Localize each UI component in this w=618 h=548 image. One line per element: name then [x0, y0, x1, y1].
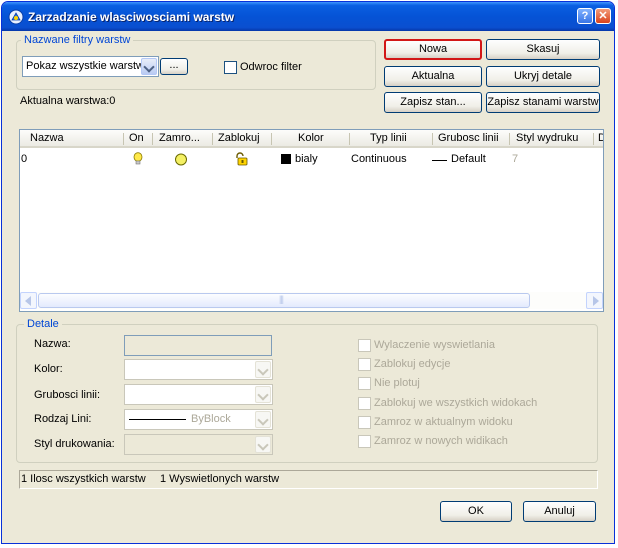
new-layer-button[interactable]: Nowa [384, 39, 482, 60]
ok-button[interactable]: OK [440, 501, 512, 522]
hide-details-button[interactable]: Ukryj detale [486, 66, 600, 87]
detail-plotstyle-label: Styl drukowania: [34, 438, 115, 450]
checkbox-no-plot[interactable] [358, 377, 371, 390]
details-legend: Detale [24, 318, 62, 330]
sun-icon[interactable] [174, 153, 188, 166]
filter-browse-button[interactable]: ... [160, 58, 188, 75]
filter-dropdown-value: Pokaz wszystkie warstw [26, 60, 143, 72]
checkbox-freeze-new-views[interactable] [358, 435, 371, 448]
current-layer-label: Aktualna warstwa:0 [20, 95, 116, 107]
chevron-down-icon[interactable] [255, 436, 271, 453]
table-header: Nazwa On Zamro... Zablokuj Kolor Typ lin… [20, 130, 603, 148]
layer-name-cell[interactable]: 0 [21, 153, 27, 165]
checkbox-lock-editing-label: Zablokuj edycje [374, 358, 451, 370]
detail-plotstyle-dropdown[interactable] [124, 434, 273, 455]
scroll-left-button[interactable] [20, 292, 37, 309]
layer-states-button[interactable]: Zapisz stanami warstw [486, 92, 600, 113]
layers-table[interactable]: Nazwa On Zamro... Zablokuj Kolor Typ lin… [19, 129, 604, 312]
col-header-description[interactable]: D [598, 132, 603, 144]
bulb-icon[interactable] [133, 152, 143, 166]
status-total-layers: 1 Ilosc wszystkich warstw [21, 473, 146, 485]
col-header-lock[interactable]: Zablokuj [218, 132, 260, 144]
checkbox-freeze-new-views-label: Zamroz w nowych widikach [374, 435, 508, 447]
invert-filter-label: Odwroc filter [240, 61, 302, 73]
lineweight-line [432, 160, 447, 161]
detail-lineweight-label: Grubosci linii: [34, 389, 101, 401]
layer-linetype-cell[interactable]: Continuous [351, 153, 407, 165]
layer-color-cell[interactable]: bialy [295, 153, 318, 165]
dialog-client: Nazwane filtry warstw Pokaz wszystkie wa… [5, 31, 611, 542]
col-header-lineweight[interactable]: Grubosc linii [438, 132, 499, 144]
col-header-linetype[interactable]: Typ linii [370, 132, 407, 144]
close-button[interactable]: ✕ [595, 8, 611, 24]
checkbox-freeze-current-view[interactable] [358, 416, 371, 429]
col-header-name[interactable]: Nazwa [30, 132, 64, 144]
color-swatch[interactable] [281, 154, 291, 164]
detail-linetype-label: Rodzaj Lini: [34, 413, 92, 425]
chevron-down-icon[interactable] [255, 386, 271, 403]
filter-dropdown[interactable]: Pokaz wszystkie warstw [22, 56, 159, 77]
col-header-freeze[interactable]: Zamro... [159, 132, 200, 144]
cancel-button[interactable]: Anuluj [523, 501, 596, 522]
detail-linetype-value: ByBlock [191, 413, 231, 425]
checkbox-disable-display-label: Wylaczenie wyswietlania [374, 339, 495, 351]
help-button[interactable]: ? [577, 8, 593, 24]
layer-lineweight-cell[interactable]: Default [451, 153, 486, 165]
col-header-on[interactable]: On [129, 132, 144, 144]
detail-color-dropdown[interactable] [124, 359, 273, 380]
invert-filter-checkbox[interactable] [224, 61, 237, 74]
layer-manager-icon [8, 9, 24, 25]
layer-filters-legend: Nazwane filtry warstw [21, 34, 134, 46]
save-state-button[interactable]: Zapisz stan... [384, 92, 482, 113]
detail-color-label: Kolor: [34, 363, 63, 375]
checkbox-lock-editing[interactable] [358, 358, 371, 371]
checkbox-lock-all-views-label: Zablokuj we wszystkich widokach [374, 397, 538, 409]
chevron-down-icon[interactable] [255, 411, 271, 428]
scroll-right-button[interactable] [586, 292, 603, 309]
detail-lineweight-dropdown[interactable] [124, 384, 273, 405]
detail-name-label: Nazwa: [34, 338, 71, 350]
layer-plotstyle-cell[interactable]: 7 [512, 153, 518, 165]
col-header-color[interactable]: Kolor [298, 132, 324, 144]
detail-linetype-dropdown[interactable]: ByBlock [124, 409, 273, 430]
set-current-button[interactable]: Aktualna [384, 66, 482, 87]
delete-layer-button[interactable]: Skasuj [486, 39, 600, 60]
title-bar[interactable]: Zarzadzanie wlasciwosciami warstw ? ✕ [2, 2, 614, 31]
col-header-plotstyle[interactable]: Styl wydruku [516, 132, 578, 144]
status-displayed-layers: 1 Wyswietlonych warstw [160, 473, 280, 485]
checkbox-lock-all-views[interactable] [358, 397, 371, 410]
detail-name-input[interactable] [124, 335, 272, 356]
status-bar: 1 Ilosc wszystkich warstw 1 Wyswietlonyc… [19, 470, 598, 489]
window-title: Zarzadzanie wlasciwosciami warstw [28, 10, 235, 24]
chevron-down-icon[interactable] [255, 361, 271, 378]
horizontal-scrollbar[interactable]: ||| [20, 292, 603, 309]
checkbox-freeze-current-view-label: Zamroz w aktualnym widoku [374, 416, 513, 428]
lock-icon[interactable] [234, 152, 248, 166]
linetype-sample-line [129, 419, 186, 420]
dialog-window: Zarzadzanie wlasciwosciami warstw ? ✕ Na… [1, 1, 615, 544]
scroll-thumb[interactable]: ||| [38, 293, 530, 308]
checkbox-disable-display[interactable] [358, 339, 371, 352]
checkbox-no-plot-label: Nie plotuj [374, 377, 420, 389]
chevron-down-icon[interactable] [141, 58, 157, 75]
scroll-grip: ||| [279, 294, 284, 304]
